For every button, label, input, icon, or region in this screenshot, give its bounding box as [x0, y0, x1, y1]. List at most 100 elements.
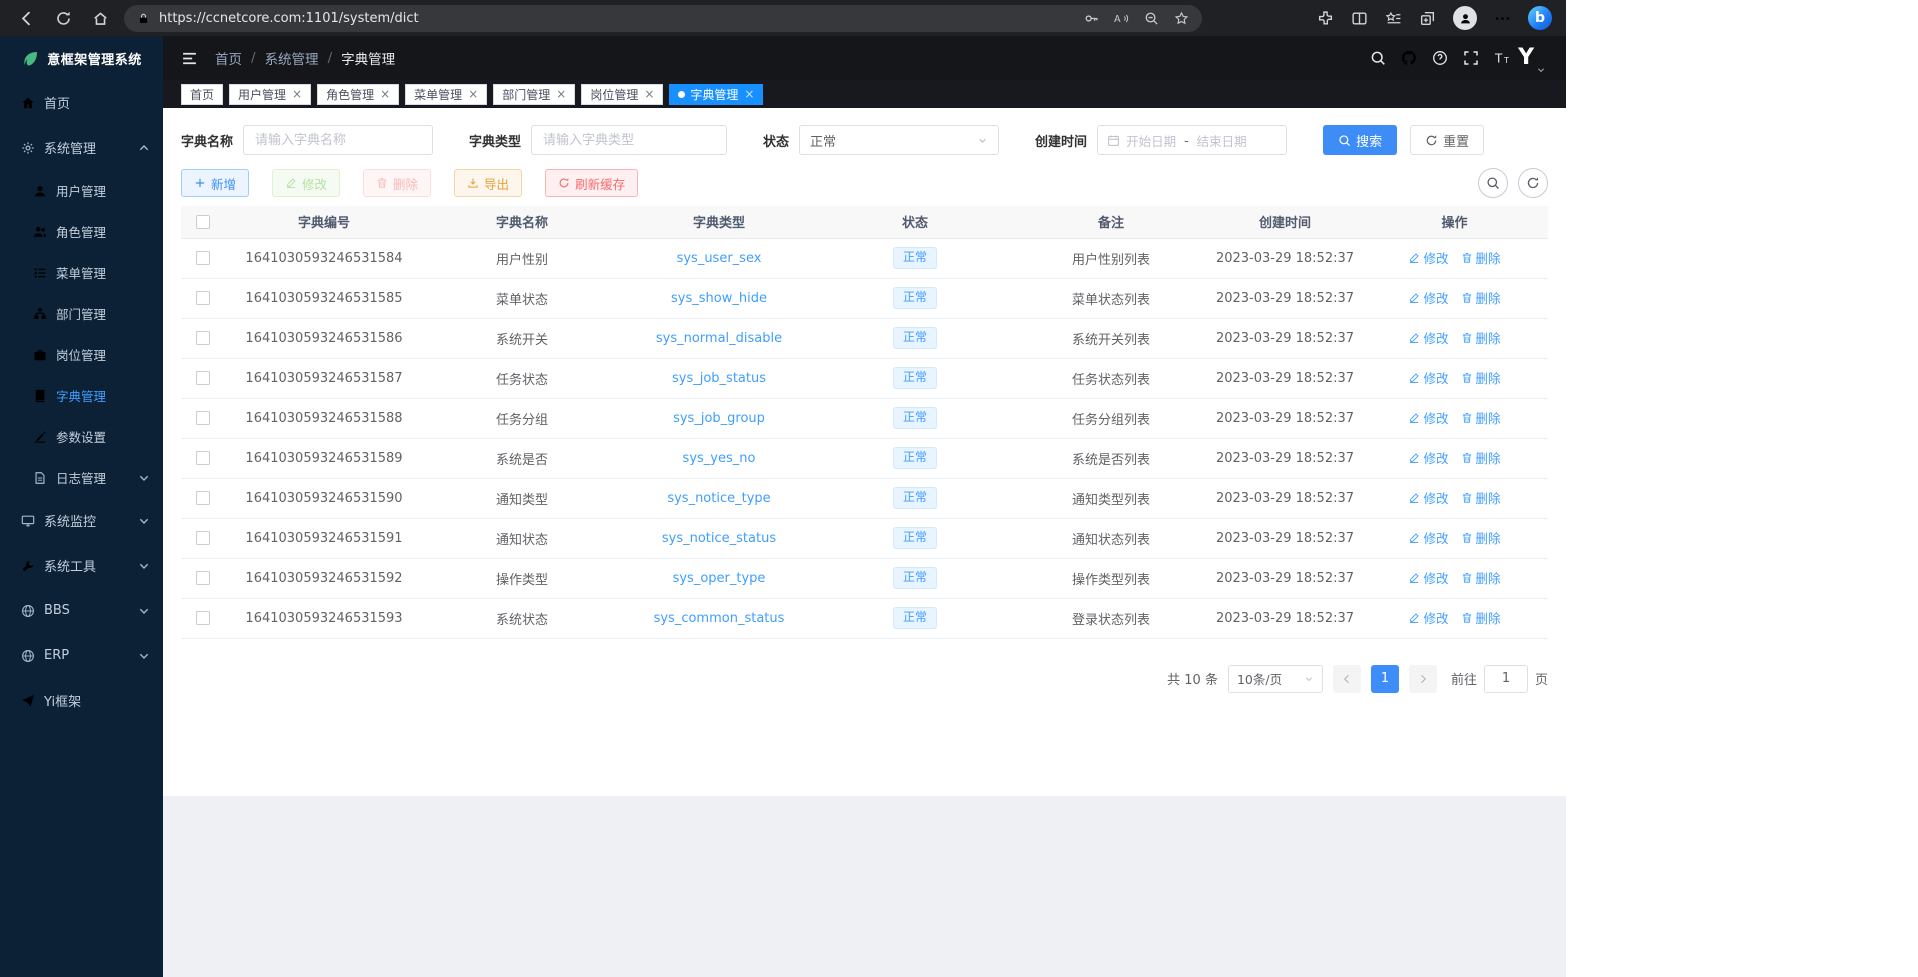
reset-button[interactable]: 重置: [1410, 125, 1484, 155]
fullscreen-icon[interactable]: [1463, 50, 1479, 66]
favorites-icon[interactable]: [1385, 10, 1402, 27]
dict-type-link[interactable]: sys_normal_disable: [656, 331, 782, 346]
status-select[interactable]: 正常: [799, 125, 999, 155]
dict-type-link[interactable]: sys_common_status: [654, 611, 785, 626]
sidebar-item-log-mgmt[interactable]: 日志管理: [0, 457, 163, 498]
row-checkbox[interactable]: [196, 411, 210, 425]
address-bar[interactable]: https://ccnetcore.com:1101/system/dict A: [124, 5, 1202, 32]
row-edit-button[interactable]: 修改: [1408, 328, 1448, 347]
tab-post-mgmt[interactable]: 岗位管理×: [581, 84, 663, 105]
tab-dict-mgmt[interactable]: 字典管理×: [669, 84, 763, 105]
profile-icon[interactable]: [1453, 6, 1477, 30]
tab-menu-mgmt[interactable]: 菜单管理×: [405, 84, 487, 105]
dict-type-link[interactable]: sys_notice_type: [667, 491, 770, 506]
row-edit-button[interactable]: 修改: [1408, 248, 1448, 267]
row-delete-button[interactable]: 删除: [1461, 288, 1501, 307]
dict-type-link[interactable]: sys_notice_status: [662, 531, 776, 546]
close-icon[interactable]: ×: [380, 88, 390, 100]
export-button[interactable]: 导出: [454, 169, 522, 197]
goto-page-input[interactable]: [1484, 665, 1528, 693]
next-page-button[interactable]: [1409, 665, 1437, 693]
row-edit-button[interactable]: 修改: [1408, 488, 1448, 507]
row-delete-button[interactable]: 删除: [1461, 408, 1501, 427]
select-all-checkbox[interactable]: [196, 215, 210, 229]
sidebar-item-system-monitor[interactable]: 系统监控: [0, 498, 163, 543]
sidebar-item-dept-mgmt[interactable]: 部门管理: [0, 293, 163, 334]
sidebar-item-post-mgmt[interactable]: 岗位管理: [0, 334, 163, 375]
sidebar-item-dict-mgmt[interactable]: 字典管理: [0, 375, 163, 416]
chevron-down-icon[interactable]: [1536, 65, 1546, 80]
row-delete-button[interactable]: 删除: [1461, 248, 1501, 267]
dict-type-link[interactable]: sys_oper_type: [673, 571, 766, 586]
key-icon[interactable]: [1084, 11, 1099, 26]
sidebar-item-yi-framework[interactable]: Yi框架: [0, 678, 163, 723]
sidebar-item-param-settings[interactable]: 参数设置: [0, 416, 163, 457]
dict-type-input[interactable]: [531, 125, 727, 155]
extensions-icon[interactable]: [1317, 10, 1334, 27]
breadcrumb-item[interactable]: 系统管理: [265, 48, 319, 68]
row-delete-button[interactable]: 删除: [1461, 608, 1501, 627]
search-icon[interactable]: [1370, 50, 1386, 66]
edit-button[interactable]: 修改: [272, 169, 340, 197]
hamburger-icon[interactable]: [181, 50, 198, 67]
row-delete-button[interactable]: 删除: [1461, 528, 1501, 547]
close-icon[interactable]: ×: [292, 88, 302, 100]
zoom-out-icon[interactable]: [1144, 11, 1159, 26]
row-delete-button[interactable]: 删除: [1461, 568, 1501, 587]
dict-name-input[interactable]: [243, 125, 433, 155]
close-icon[interactable]: ×: [744, 88, 754, 100]
row-edit-button[interactable]: 修改: [1408, 568, 1448, 587]
sidebar-item-user-mgmt[interactable]: 用户管理: [0, 170, 163, 211]
tab-dept-mgmt[interactable]: 部门管理×: [493, 84, 575, 105]
prev-page-button[interactable]: [1333, 665, 1361, 693]
row-checkbox[interactable]: [196, 251, 210, 265]
github-icon[interactable]: [1401, 50, 1417, 66]
tab-role-mgmt[interactable]: 角色管理×: [317, 84, 399, 105]
add-button[interactable]: 新增: [181, 169, 249, 197]
row-checkbox[interactable]: [196, 571, 210, 585]
row-checkbox[interactable]: [196, 611, 210, 625]
close-icon[interactable]: ×: [556, 88, 566, 100]
row-edit-button[interactable]: 修改: [1408, 608, 1448, 627]
tab-home[interactable]: 首页: [181, 84, 223, 105]
sidebar-item-role-mgmt[interactable]: 角色管理: [0, 211, 163, 252]
row-delete-button[interactable]: 删除: [1461, 328, 1501, 347]
home-icon[interactable]: [84, 4, 116, 32]
refresh-cache-button[interactable]: 刷新缓存: [545, 169, 638, 197]
dict-type-link[interactable]: sys_job_group: [673, 411, 765, 426]
row-checkbox[interactable]: [196, 531, 210, 545]
app-logo[interactable]: 意框架管理系统: [0, 36, 163, 80]
font-size-icon[interactable]: TT: [1494, 50, 1510, 66]
row-checkbox[interactable]: [196, 291, 210, 305]
page-size-select[interactable]: 10条/页: [1228, 665, 1323, 693]
sidebar-item-system-mgmt[interactable]: 系统管理: [0, 125, 163, 170]
sidebar-item-erp[interactable]: ERP: [0, 633, 163, 678]
row-checkbox[interactable]: [196, 451, 210, 465]
more-icon[interactable]: [1494, 10, 1511, 27]
site-info-icon[interactable]: [137, 12, 150, 25]
breadcrumb-item[interactable]: 首页: [215, 48, 242, 68]
page-1-button[interactable]: 1: [1371, 665, 1399, 693]
row-delete-button[interactable]: 删除: [1461, 368, 1501, 387]
toggle-search-button[interactable]: [1478, 168, 1508, 198]
favorite-icon[interactable]: [1174, 11, 1189, 26]
back-icon[interactable]: [10, 4, 42, 32]
dict-type-link[interactable]: sys_user_sex: [677, 251, 762, 266]
refresh-table-button[interactable]: [1518, 168, 1548, 198]
user-logo[interactable]: Y: [1518, 47, 1534, 69]
row-edit-button[interactable]: 修改: [1408, 368, 1448, 387]
tab-user-mgmt[interactable]: 用户管理×: [229, 84, 311, 105]
delete-button[interactable]: 删除: [363, 169, 431, 197]
refresh-icon[interactable]: [47, 4, 79, 32]
row-edit-button[interactable]: 修改: [1408, 288, 1448, 307]
row-edit-button[interactable]: 修改: [1408, 448, 1448, 467]
row-delete-button[interactable]: 删除: [1461, 448, 1501, 467]
row-checkbox[interactable]: [196, 331, 210, 345]
close-icon[interactable]: ×: [644, 88, 654, 100]
sidebar-item-bbs[interactable]: BBS: [0, 588, 163, 633]
row-delete-button[interactable]: 删除: [1461, 488, 1501, 507]
split-screen-icon[interactable]: [1351, 10, 1368, 27]
help-icon[interactable]: [1432, 50, 1448, 66]
date-range-picker[interactable]: 开始日期 - 结束日期: [1097, 125, 1287, 155]
row-edit-button[interactable]: 修改: [1408, 528, 1448, 547]
